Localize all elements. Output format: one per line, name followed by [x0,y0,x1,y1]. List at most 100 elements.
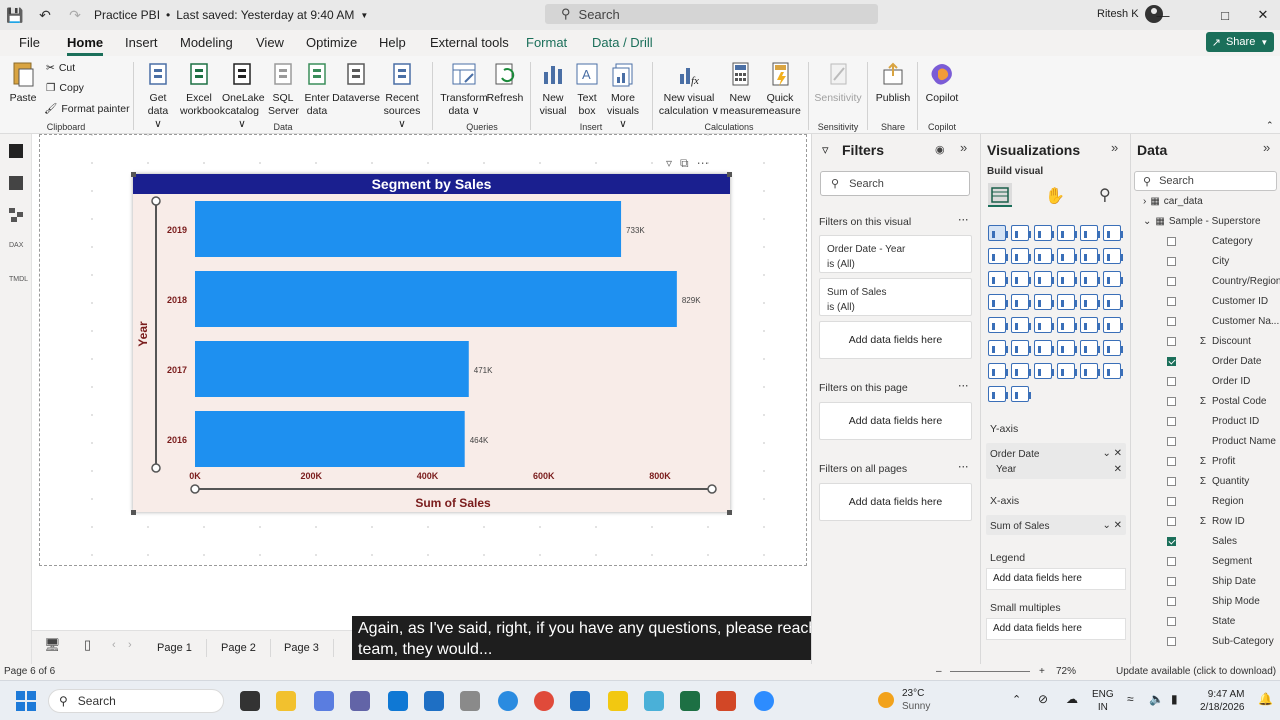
transform-data-button[interactable]: Transform data ∨ [440,60,488,118]
zoom-in-icon[interactable]: + [1039,666,1045,677]
cloud-icon[interactable]: ☁ [1066,692,1078,706]
field-checkbox[interactable] [1167,277,1176,286]
scroll-right-icon[interactable]: › [128,639,132,651]
data-search-input[interactable]: ⚲ Search [1134,171,1277,191]
gauge-visual-icon[interactable] [1103,294,1123,310]
key-influencers-visual-icon[interactable] [1034,340,1054,356]
language-indicator[interactable]: ENG IN [1092,688,1114,714]
field-checkbox[interactable] [1167,617,1176,626]
shape-map-visual-icon[interactable] [1034,294,1054,310]
ribbon-data-button[interactable]: SQL Server [268,60,299,118]
build-visual-tab[interactable] [988,183,1012,207]
analytics-icon[interactable]: ⚲ [1099,185,1111,205]
sensitivity-button[interactable]: Sensitivity [814,60,862,105]
field-item[interactable]: Σ Profit [1167,456,1235,467]
field-checkbox[interactable] [1167,597,1176,606]
new-visual-button[interactable]: New visual [538,60,568,118]
field-item[interactable]: Country/Region [1167,276,1280,287]
tab-optimize[interactable]: Optimize [306,35,357,50]
tab-view[interactable]: View [256,35,284,50]
share-button[interactable]: ↗ Share ▼ [1206,32,1274,52]
undo-icon[interactable]: ↶ [30,0,60,30]
field-checkbox[interactable] [1167,577,1176,586]
field-checkbox[interactable] [1167,557,1176,566]
save-icon[interactable]: 💾 [0,0,30,30]
paginated-visual-icon[interactable] [988,363,1008,379]
scatter-visual-icon[interactable] [1034,271,1054,287]
cut-button[interactable]: ✂ Cut [46,62,75,74]
page-tab[interactable]: Page 2 [207,639,271,657]
decomposition-tree-visual-icon[interactable] [1057,340,1077,356]
bar-chart-visual[interactable]: Segment by Sales 2019 733K 2018 829K 2017 471… [133,174,730,512]
redo-icon[interactable]: ↷ [60,0,90,30]
more-options-icon[interactable]: ⋯ [697,156,709,171]
scroll-left-icon[interactable]: ‹ [112,639,116,651]
resize-handle[interactable] [727,172,732,177]
field-checkbox[interactable] [1167,237,1176,246]
new-measure-button[interactable]: New measure [720,60,761,118]
windows-start-icon[interactable] [16,691,36,711]
field-item[interactable]: Σ Row ID [1167,516,1245,527]
copilot-app-icon[interactable] [314,691,334,711]
remove-field-icon[interactable]: ⌄ ✕ [1102,518,1122,533]
more-options-icon[interactable]: ⋯ [958,214,969,226]
clustered-bar-visual-icon[interactable] [1034,225,1054,241]
tab-file[interactable]: File [19,35,40,50]
field-item[interactable]: Product Name [1167,436,1276,447]
map-visual-icon[interactable] [988,294,1008,310]
field-item[interactable]: Order Date [1167,356,1261,367]
ribbon-data-button[interactable]: Recent sources ∨ [382,60,422,131]
legend-field-well[interactable]: Add data fields here [986,568,1126,590]
resize-handle[interactable] [727,510,732,515]
filters-search-input[interactable]: ⚲ Search [820,171,970,196]
filter-card[interactable]: Sum of Sales is (All) [819,278,972,316]
field-item[interactable]: Σ Quantity [1167,476,1249,487]
paste-button[interactable]: Paste [8,60,38,105]
outlook-icon[interactable] [424,691,444,711]
field-item[interactable]: Region [1167,496,1244,507]
collapse-pane-icon[interactable]: » [1263,140,1270,155]
volume-icon[interactable]: 🔈 [1149,692,1164,706]
clustered-column-visual-icon[interactable] [1057,225,1077,241]
field-item[interactable]: Customer Na... [1167,316,1279,327]
table-visual-icon[interactable] [1080,317,1100,333]
add-report-filter-well[interactable]: Add data fields here [819,483,972,521]
task-view-icon[interactable] [240,691,260,711]
table-car-data[interactable]: › ▦ car_data [1143,196,1203,207]
collapse-pane-icon[interactable]: » [1111,140,1118,155]
card-visual-icon[interactable] [988,317,1008,333]
ribbon-data-button[interactable]: OneLake catalog ∨ [222,60,265,131]
global-search-input[interactable]: ⚲ Search [545,4,878,24]
zoom-out-icon[interactable]: – [936,666,942,677]
ribbon-data-button[interactable]: Get data ∨ [143,60,173,131]
clock[interactable]: 9:47 AM 2/18/2026 [1200,688,1245,714]
report-view-icon[interactable] [9,144,23,158]
field-checkbox[interactable] [1167,417,1176,426]
tab-home[interactable]: Home [67,35,104,56]
donut-visual-icon[interactable] [1080,271,1100,287]
field-item[interactable]: Category [1167,236,1253,247]
format-painter-button[interactable]: 🖌 Format painter [44,102,130,116]
new-visual-calculation-button[interactable]: fx New visual calculation ∨ [658,60,720,118]
collapse-pane-icon[interactable]: » [960,140,967,155]
pie-visual-icon[interactable] [1057,271,1077,287]
app-icon[interactable] [460,691,480,711]
tab-format[interactable]: Format [526,35,567,50]
field-item[interactable]: Ship Mode [1167,596,1260,607]
waterfall-visual-icon[interactable] [988,271,1008,287]
field-item[interactable]: Sub-Category [1167,636,1274,647]
power-bi-icon[interactable] [608,691,628,711]
r-visual-visual-icon[interactable] [988,340,1008,356]
python-visual-visual-icon[interactable] [1011,340,1031,356]
stacked-area-visual-icon[interactable] [1034,248,1054,264]
tmdl-view-icon[interactable]: TMDL [9,276,28,290]
arcgis-visual-icon[interactable] [1080,294,1100,310]
remove-field-icon[interactable]: ⌄ ✕ [1102,446,1122,461]
field-item[interactable]: Customer ID [1167,296,1268,307]
field-item[interactable]: Product ID [1167,416,1259,427]
field-item[interactable]: State [1167,616,1235,627]
resize-handle[interactable] [131,172,136,177]
minimize-button[interactable]: — [1140,0,1186,30]
copy-button[interactable]: ❐ Copy [46,82,84,94]
new-card-visual-icon[interactable] [1080,363,1100,379]
